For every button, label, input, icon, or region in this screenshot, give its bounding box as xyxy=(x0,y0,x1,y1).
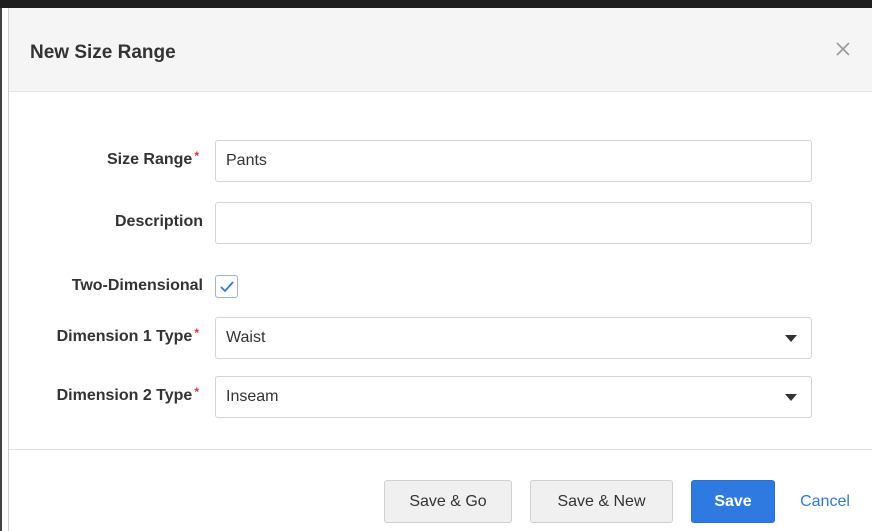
dimension-1-select[interactable]: Waist xyxy=(215,317,812,359)
caret-down-icon xyxy=(785,335,797,342)
form-body: Size Range* Description Two-Dimensional xyxy=(9,93,872,448)
close-icon xyxy=(836,42,850,56)
two-dimensional-row: Two-Dimensional xyxy=(9,266,872,308)
dimension-2-label: Dimension 2 Type * xyxy=(56,385,199,404)
required-marker: * xyxy=(194,385,199,399)
check-icon xyxy=(219,280,234,292)
dialog-title: New Size Range xyxy=(30,42,176,63)
background-strip xyxy=(0,0,872,8)
dimension-2-row: Dimension 2 Type * Inseam xyxy=(9,376,872,418)
dialog-footer: Save & Go Save & New Save Cancel xyxy=(9,449,872,531)
save-and-go-button[interactable]: Save & Go xyxy=(384,480,512,523)
dialog-header: New Size Range xyxy=(9,8,872,92)
screen: New Size Range Size Range* Description xyxy=(0,0,872,531)
required-marker: * xyxy=(194,326,199,340)
description-row: Description xyxy=(9,202,872,244)
two-dimensional-label: Two-Dimensional xyxy=(71,277,203,294)
description-label: Description xyxy=(114,213,203,230)
dimension-2-value: Inseam xyxy=(226,388,279,405)
size-range-input[interactable] xyxy=(215,140,812,182)
background-edge xyxy=(0,8,2,531)
caret-down-icon xyxy=(785,394,797,401)
required-marker: * xyxy=(194,149,199,163)
dimension-2-select[interactable]: Inseam xyxy=(215,376,812,418)
description-input[interactable] xyxy=(215,202,812,244)
new-size-range-dialog: New Size Range Size Range* Description xyxy=(8,8,872,531)
size-range-label: Size Range * xyxy=(106,149,199,168)
dimension-1-row: Dimension 1 Type * Waist xyxy=(9,317,872,359)
size-range-row: Size Range * xyxy=(9,140,872,182)
dimension-1-label: Dimension 1 Type * xyxy=(56,326,199,345)
save-and-new-button[interactable]: Save & New xyxy=(530,480,673,523)
cancel-button[interactable]: Cancel xyxy=(785,480,865,523)
two-dimensional-checkbox[interactable] xyxy=(215,275,238,298)
close-button[interactable] xyxy=(832,38,854,60)
save-button[interactable]: Save xyxy=(691,480,775,523)
dimension-1-value: Waist xyxy=(226,329,266,346)
